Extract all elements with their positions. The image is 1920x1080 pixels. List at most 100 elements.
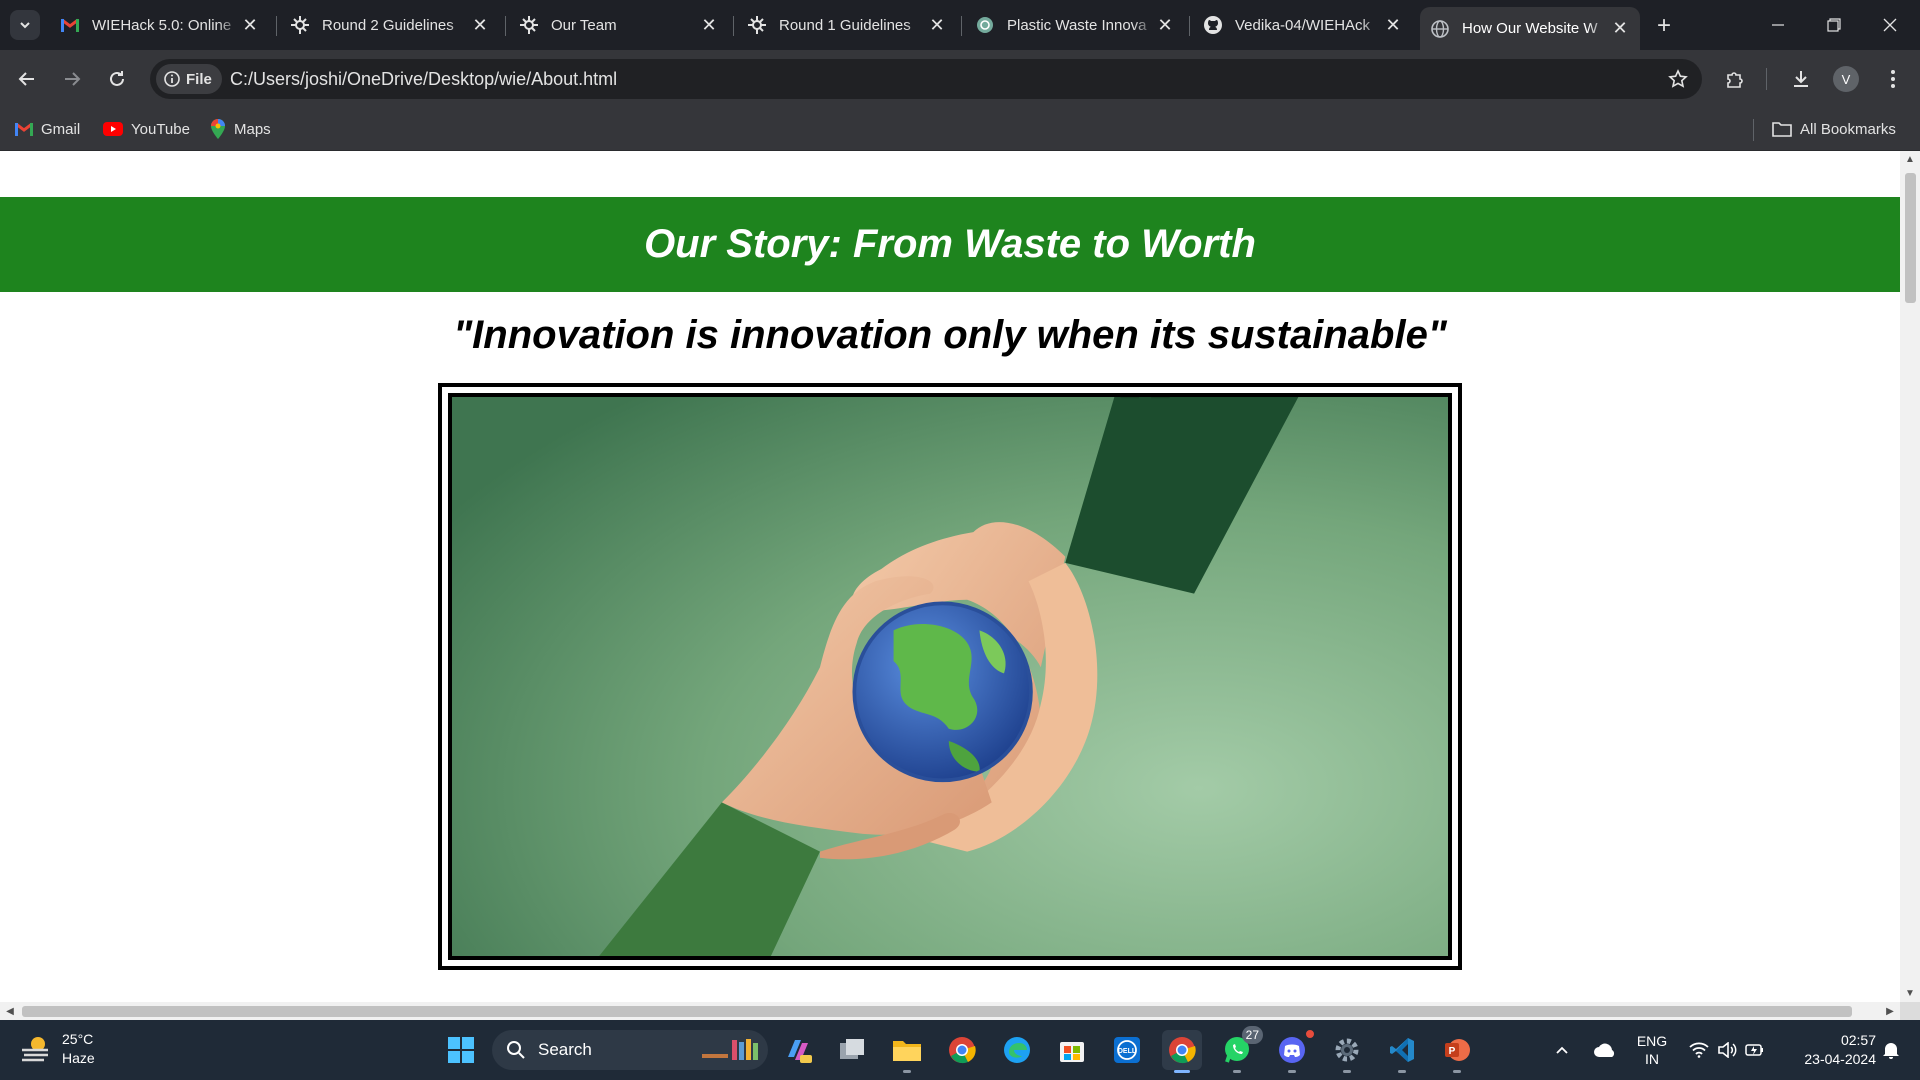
- scroll-up-icon[interactable]: ▲: [1900, 151, 1920, 168]
- scroll-left-icon[interactable]: ◀: [0, 1003, 20, 1020]
- tab-search-button[interactable]: [10, 10, 40, 40]
- close-icon[interactable]: ✕: [699, 15, 719, 35]
- bookmark-youtube[interactable]: YouTube: [103, 116, 190, 142]
- all-bookmarks-button[interactable]: All Bookmarks: [1772, 116, 1896, 142]
- close-icon[interactable]: ✕: [1610, 18, 1630, 39]
- taskbar-store[interactable]: [1052, 1030, 1092, 1070]
- forward-button[interactable]: [55, 62, 89, 96]
- menu-button[interactable]: [1876, 62, 1910, 96]
- tab-round2[interactable]: Round 2 Guidelines ✕: [280, 7, 500, 43]
- running-indicator: [1453, 1070, 1461, 1073]
- tab-round1[interactable]: Round 1 Guidelines ✕: [737, 7, 957, 43]
- vscode-icon: [1390, 1038, 1414, 1062]
- toolbar-separator: [1766, 68, 1767, 90]
- taskbar-chrome-active[interactable]: [1162, 1030, 1202, 1073]
- tab-our-team[interactable]: Our Team ✕: [509, 7, 729, 43]
- reload-button[interactable]: [100, 62, 134, 96]
- tab-separator: [1189, 16, 1190, 36]
- taskbar-chrome[interactable]: [942, 1030, 982, 1070]
- tab-separator: [733, 16, 734, 36]
- weather-widget[interactable]: 25°C Haze: [20, 1030, 95, 1068]
- taskbar-dell[interactable]: DELL: [1107, 1030, 1147, 1070]
- close-window-button[interactable]: [1862, 0, 1918, 50]
- clock[interactable]: 02:57 23-04-2024: [1782, 1030, 1876, 1070]
- taskbar-settings[interactable]: [1327, 1030, 1367, 1073]
- github-icon: [1203, 15, 1223, 35]
- vertical-scroll-thumb[interactable]: [1905, 173, 1916, 303]
- taskbar-discord[interactable]: [1272, 1028, 1316, 1073]
- taskbar-file-explorer[interactable]: [887, 1030, 927, 1073]
- download-icon: [1794, 71, 1808, 87]
- running-indicator: [1288, 1070, 1296, 1073]
- bookmark-maps[interactable]: Maps: [210, 116, 271, 142]
- arrow-left-icon: [18, 72, 34, 86]
- weather-temp: 25°C: [62, 1031, 94, 1047]
- tab-title: Our Team: [551, 16, 617, 34]
- taskbar-search[interactable]: Search: [492, 1030, 768, 1070]
- extensions-button[interactable]: [1718, 62, 1752, 96]
- edge-icon: [1004, 1037, 1030, 1063]
- close-icon: [1883, 18, 1897, 32]
- scroll-right-icon[interactable]: ▶: [1880, 1003, 1900, 1020]
- page-viewport: Our Story: From Waste to Worth "Innovati…: [0, 151, 1900, 1002]
- tab-wiehack[interactable]: WIEHack 5.0: Online ✕: [50, 7, 270, 43]
- taskbar-vscode[interactable]: [1382, 1030, 1422, 1073]
- close-icon[interactable]: ✕: [470, 15, 490, 35]
- browser-window: WIEHack 5.0: Online ✕ Round 2 Guidelines…: [0, 0, 1920, 1080]
- address-bar[interactable]: File C:/Users/joshi/OneDrive/Desktop/wie…: [150, 59, 1702, 99]
- image-frame: [438, 383, 1462, 970]
- running-indicator: [903, 1070, 911, 1073]
- language-indicator[interactable]: ENG IN: [1630, 1030, 1674, 1070]
- tab-active-website[interactable]: How Our Website W ✕: [1420, 7, 1640, 50]
- notification-center-button[interactable]: [1876, 1030, 1906, 1070]
- language-line1: ENG: [1636, 1033, 1668, 1049]
- tab-title: Round 2 Guidelines: [322, 16, 454, 34]
- minimize-button[interactable]: [1750, 0, 1806, 50]
- taskbar-task-view[interactable]: [832, 1030, 872, 1070]
- bookmark-star-button[interactable]: [1666, 67, 1690, 91]
- weather-desc: Haze: [62, 1050, 95, 1066]
- close-icon[interactable]: ✕: [1383, 15, 1403, 35]
- horizontal-scrollbar[interactable]: ◀ ▶: [0, 1002, 1900, 1020]
- url-text[interactable]: C:/Users/joshi/OneDrive/Desktop/wie/Abou…: [230, 69, 617, 90]
- bell-icon: [1883, 1043, 1899, 1059]
- info-icon: [164, 71, 180, 87]
- close-icon[interactable]: ✕: [1155, 15, 1175, 35]
- chatgpt-icon: [975, 15, 995, 35]
- notification-badge: 27: [1241, 1026, 1263, 1044]
- scrollbar-corner: [1900, 1002, 1920, 1020]
- taskbar-copilot[interactable]: [778, 1030, 818, 1070]
- back-button[interactable]: [10, 62, 44, 96]
- site-info-chip[interactable]: File: [156, 64, 222, 94]
- scroll-down-icon[interactable]: ▼: [1900, 985, 1920, 1002]
- show-hidden-icons-button[interactable]: [1550, 1030, 1574, 1070]
- quick-settings-button[interactable]: [1682, 1030, 1772, 1070]
- unstop-icon: [747, 15, 767, 35]
- tab-plastic-waste[interactable]: Plastic Waste Innova ✕: [965, 7, 1185, 43]
- onedrive-button[interactable]: [1590, 1030, 1620, 1070]
- profile-avatar[interactable]: V: [1833, 66, 1859, 92]
- folder-icon: [1772, 121, 1792, 137]
- dell-icon: DELL: [1114, 1037, 1140, 1063]
- chip-label: File: [186, 70, 212, 88]
- search-label: Search: [538, 1040, 592, 1059]
- taskbar-whatsapp[interactable]: 27: [1217, 1026, 1263, 1073]
- close-icon[interactable]: ✕: [927, 15, 947, 35]
- start-button[interactable]: [441, 1030, 481, 1070]
- tab-github[interactable]: Vedika-04/WIEHAck ✕: [1193, 7, 1413, 43]
- horizontal-scroll-thumb[interactable]: [22, 1006, 1852, 1017]
- downloads-button[interactable]: [1784, 62, 1818, 96]
- taskbar-powerpoint[interactable]: P: [1437, 1030, 1477, 1073]
- windows-icon: [448, 1037, 474, 1063]
- tab-title: Vedika-04/WIEHAck: [1235, 16, 1371, 34]
- vertical-scrollbar[interactable]: ▲ ▼: [1900, 151, 1920, 1002]
- youtube-icon: [103, 122, 123, 136]
- close-icon[interactable]: ✕: [240, 15, 260, 35]
- new-tab-button[interactable]: +: [1650, 12, 1678, 40]
- bookmark-gmail[interactable]: Gmail: [15, 116, 80, 142]
- tab-title: Round 1 Guidelines: [779, 16, 911, 34]
- plus-icon: +: [1656, 12, 1671, 39]
- taskbar-edge[interactable]: [997, 1030, 1037, 1070]
- discord-icon: [1279, 1037, 1305, 1063]
- restore-button[interactable]: [1806, 0, 1862, 50]
